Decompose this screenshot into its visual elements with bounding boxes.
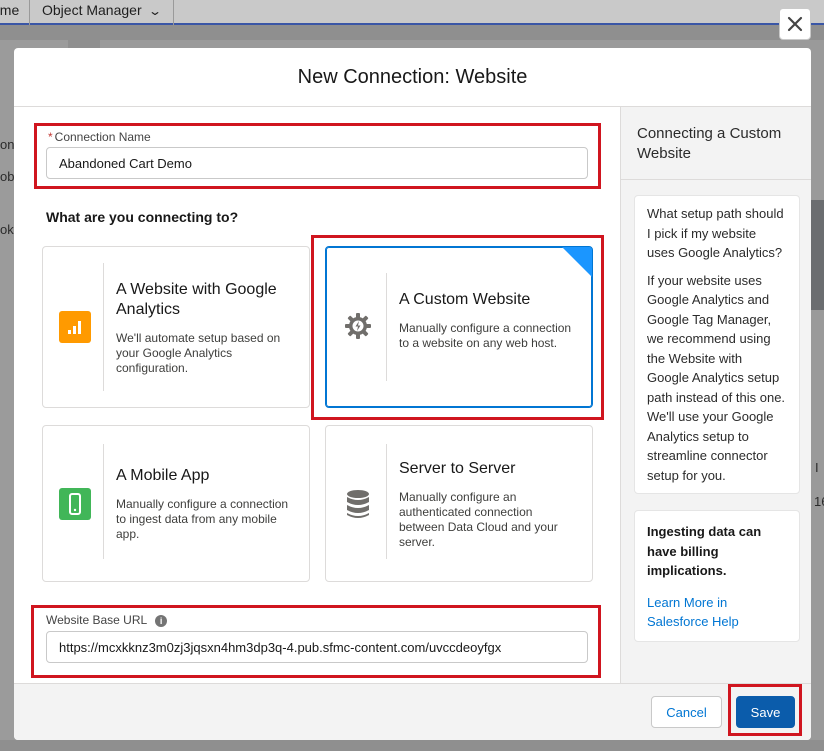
modal-body: *Connection Name What are you connecting… [14, 107, 811, 683]
connection-name-label: * Connection Name [48, 130, 151, 144]
selected-corner-indicator [562, 247, 592, 277]
background-tab-object-manager-label: Object Manager [42, 2, 142, 18]
billing-note: Ingesting data can have billing implicat… [647, 524, 762, 578]
learn-more-link[interactable]: Learn More in Salesforce Help [647, 593, 787, 632]
tile-description: Manually configure a connection to a web… [399, 321, 572, 350]
info-icon[interactable]: i [155, 615, 168, 627]
tile-server-to-server[interactable]: Server to Server Manually configure an a… [325, 425, 593, 582]
gear-bolt-icon [342, 310, 374, 342]
save-button[interactable]: Save [736, 696, 795, 728]
background-fragment: ok [0, 222, 14, 237]
website-base-url-input[interactable] [46, 631, 588, 663]
mobile-icon [59, 488, 91, 520]
tile-title: A Custom Website [399, 291, 531, 308]
background-tab-home: ome [0, 0, 30, 25]
modal-title: New Connection: Website [14, 48, 811, 107]
tile-description: We'll automate setup based on your Googl… [116, 331, 281, 375]
bar-chart-icon [59, 311, 91, 343]
tile-divider [103, 444, 104, 559]
database-icon [342, 488, 374, 520]
help-card-billing: Ingesting data can have billing implicat… [634, 510, 800, 642]
new-connection-modal: New Connection: Website * Connection Name… [14, 48, 811, 740]
connection-name-input[interactable] [46, 147, 588, 179]
help-card-google-analytics: What setup path should I pick if my webs… [634, 195, 800, 494]
website-base-url-label: Website Base URL i [46, 613, 168, 627]
tile-mobile-app[interactable]: A Mobile App Manually configure a connec… [42, 425, 310, 582]
tile-title: A Website with Google Analytics [116, 281, 277, 318]
close-icon [787, 16, 803, 32]
required-marker: * [48, 130, 53, 144]
connection-form: *Connection Name What are you connecting… [14, 107, 620, 683]
background-fragment: 16 [814, 494, 824, 509]
tile-divider [386, 273, 387, 381]
connection-name-label-text: Connection Name [54, 130, 151, 144]
background-nav-bar: ome Object Manager ⌄ [0, 0, 824, 25]
help-panel: Connecting a Custom Website What setup p… [620, 107, 811, 683]
tile-custom-website[interactable]: A Custom Website Manually configure a co… [325, 246, 593, 408]
connection-type-heading: What are you connecting to? [46, 209, 239, 225]
help-question: What setup path should I pick if my webs… [647, 206, 784, 260]
cancel-button[interactable]: Cancel [651, 696, 722, 728]
tile-website-google-analytics[interactable]: A Website with Google Analytics We'll au… [42, 246, 310, 408]
background-fragment: I [815, 460, 819, 475]
help-answer: If your website uses Google Analytics an… [647, 272, 786, 483]
background-tab-object-manager: Object Manager ⌄ [38, 0, 174, 25]
tile-description: Manually configure a connection to inges… [116, 497, 289, 541]
tile-title: Server to Server [399, 460, 516, 477]
modal-footer: Cancel Save [14, 683, 811, 740]
close-button[interactable] [779, 8, 811, 40]
help-panel-divider [621, 179, 811, 180]
website-base-url-label-text: Website Base URL [46, 613, 148, 627]
tile-divider [103, 263, 104, 391]
background-image-strip [810, 200, 824, 310]
tile-title: A Mobile App [116, 467, 210, 484]
chevron-down-icon: ⌄ [147, 4, 162, 18]
tile-description: Manually configure an authenticated conn… [399, 490, 558, 549]
tile-divider [386, 444, 387, 559]
help-panel-title: Connecting a Custom Website [637, 125, 782, 162]
